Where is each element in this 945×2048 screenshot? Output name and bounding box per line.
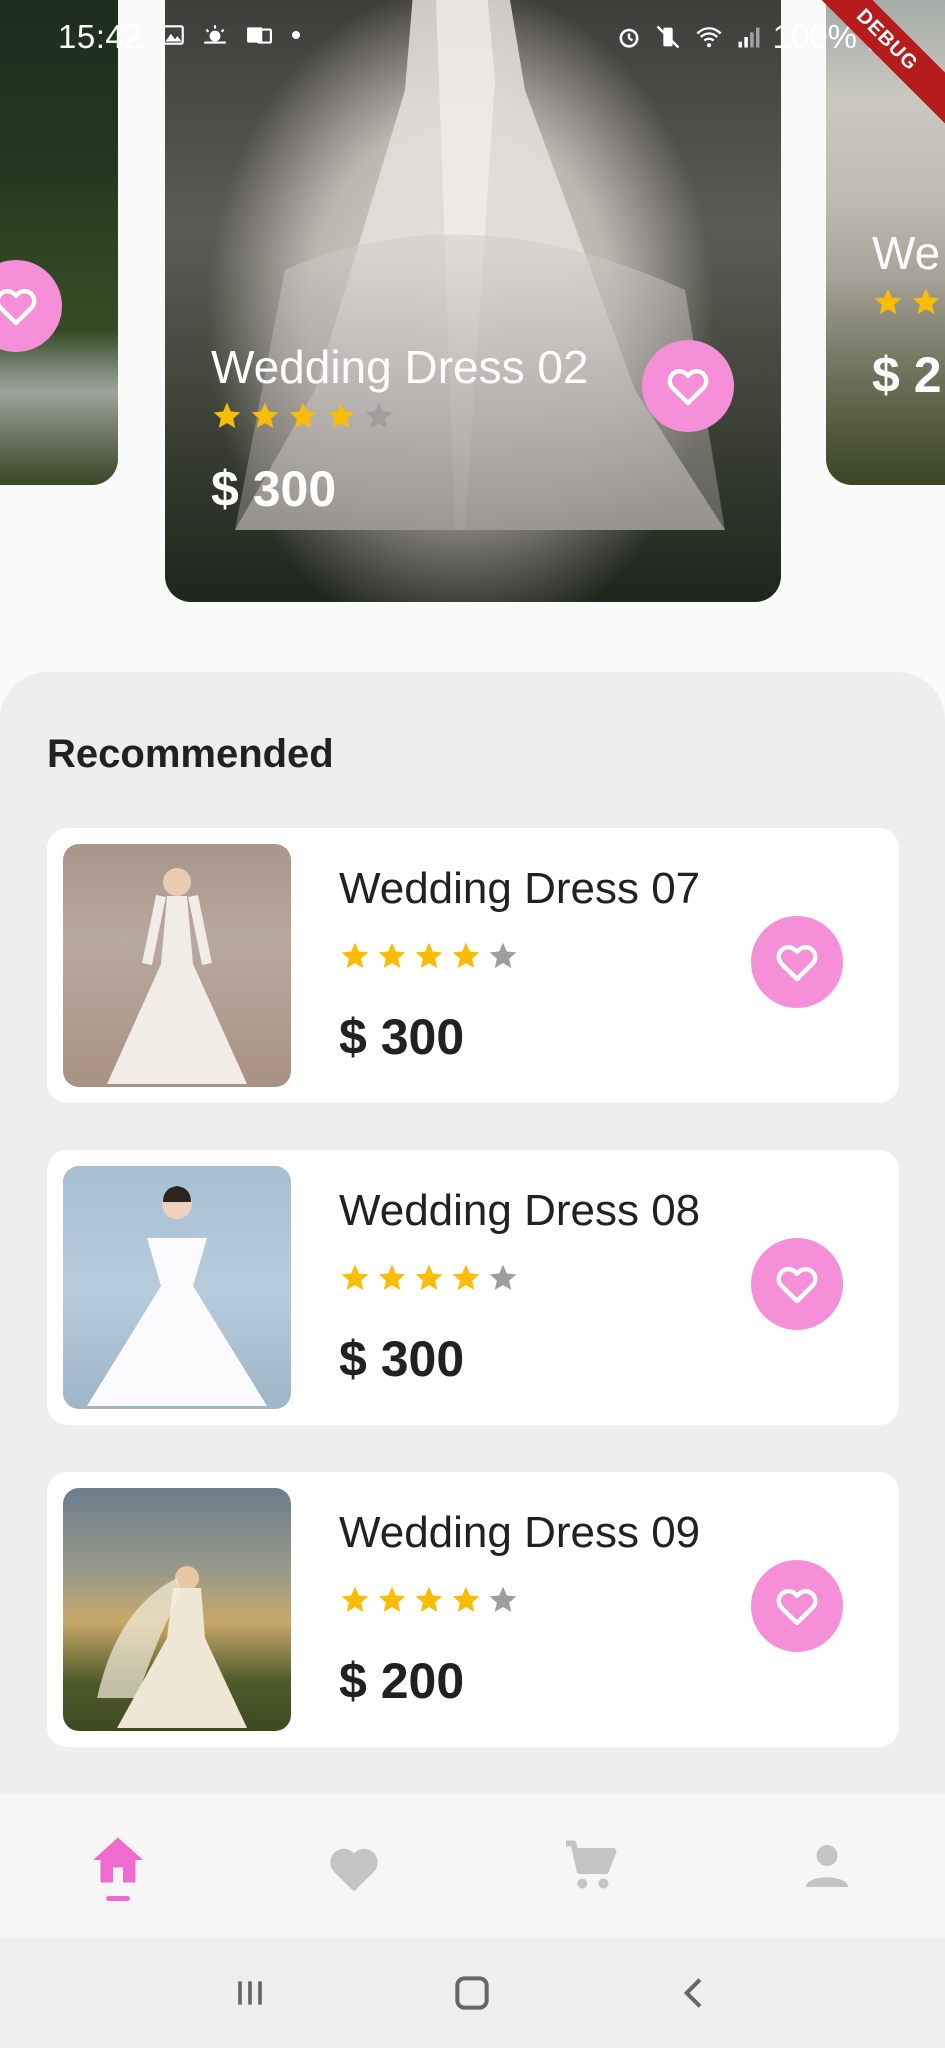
star-filled-icon <box>874 288 902 314</box>
carousel-card-current[interactable]: Wedding Dress 02 $ 300 <box>165 0 781 602</box>
star-filled-icon <box>213 402 241 428</box>
product-price: $ 300 <box>339 1331 465 1387</box>
rating-stars <box>339 940 519 972</box>
heart-outline-icon <box>776 944 818 982</box>
list-item[interactable]: Wedding Dress 09 $ 200 <box>47 1472 899 1747</box>
dress-image <box>87 1186 267 1406</box>
favorite-button[interactable] <box>751 916 843 1008</box>
product-thumbnail <box>63 844 291 1087</box>
list-item[interactable]: Wedding Dress 07 $ 300 <box>47 828 899 1103</box>
star-filled-icon <box>378 1586 406 1612</box>
vibrate-mute-icon <box>656 25 679 49</box>
signal-icon <box>738 27 760 48</box>
dress-image <box>97 1566 247 1728</box>
product-price: $ 200 <box>339 1653 465 1709</box>
favorite-button[interactable] <box>751 1238 843 1330</box>
rating-stars <box>339 1584 519 1616</box>
recent-apps-icon[interactable] <box>230 1973 270 2013</box>
back-icon[interactable] <box>675 1973 715 2013</box>
rating-stars <box>339 1262 519 1294</box>
star-filled-icon <box>912 288 940 314</box>
heart-icon <box>330 1848 378 1892</box>
product-price: $ 300 <box>339 1009 465 1065</box>
system-navigation-bar <box>0 1938 945 2048</box>
product-thumbnail <box>63 1166 291 1409</box>
product-title: Wedding Dress 09 <box>339 1508 701 1557</box>
product-title: Wedding Dress 07 <box>339 864 701 913</box>
star-empty-icon <box>489 942 517 968</box>
weather-icon <box>204 25 226 44</box>
favorite-button[interactable] <box>642 340 734 432</box>
rating-stars <box>872 286 945 318</box>
cart-icon <box>565 1840 617 1889</box>
rating-stars <box>211 400 395 432</box>
section-heading: Recommended <box>47 732 334 776</box>
star-filled-icon <box>415 1264 443 1290</box>
active-indicator <box>106 1895 131 1901</box>
star-filled-icon <box>341 1264 369 1290</box>
star-filled-icon <box>415 1586 443 1612</box>
person-icon <box>805 1845 848 1887</box>
home-icon <box>93 1837 144 1882</box>
star-empty-icon <box>489 1264 517 1290</box>
product-thumbnail <box>63 1488 291 1731</box>
star-filled-icon <box>289 402 317 428</box>
star-filled-icon <box>452 1586 480 1612</box>
nav-item-profile[interactable] <box>767 1816 887 1916</box>
status-time: 15:42 <box>58 18 144 55</box>
heart-outline-icon <box>667 368 709 406</box>
recommended-section: Recommended Wedding Dress 07 $ 300 Weddi… <box>0 672 945 1822</box>
star-filled-icon <box>452 1264 480 1290</box>
wifi-icon <box>696 27 722 48</box>
nav-item-favorites[interactable] <box>294 1816 414 1916</box>
nav-item-cart[interactable] <box>531 1816 651 1916</box>
bottom-navigation <box>0 1794 945 1938</box>
featured-carousel[interactable]: Wedding Dress 02 $ 300 We $ 2 <box>0 0 945 620</box>
star-filled-icon <box>452 942 480 968</box>
dress-image <box>107 868 247 1084</box>
notification-dot <box>292 31 300 39</box>
list-item[interactable]: Wedding Dress 08 $ 300 <box>47 1150 899 1425</box>
star-filled-icon <box>378 1264 406 1290</box>
star-filled-icon <box>327 402 355 428</box>
product-title: Wedding Dress 02 <box>211 341 589 393</box>
product-price: $ 2 <box>872 347 942 403</box>
heart-outline-icon <box>776 1588 818 1626</box>
star-filled-icon <box>251 402 279 428</box>
status-bar: 15:42 100% <box>0 0 945 80</box>
star-empty-icon <box>365 402 393 428</box>
star-filled-icon <box>378 942 406 968</box>
nav-item-home[interactable] <box>58 1816 178 1916</box>
product-title: Wedding Dress 08 <box>339 1186 701 1235</box>
product-title: We <box>872 227 941 279</box>
star-filled-icon <box>415 942 443 968</box>
heart-outline-icon <box>776 1266 818 1304</box>
outlook-icon <box>247 27 272 44</box>
product-price: $ 300 <box>211 461 337 517</box>
heart-outline-icon <box>0 288 37 326</box>
alarm-icon <box>619 28 639 48</box>
favorite-button[interactable] <box>751 1560 843 1652</box>
star-filled-icon <box>341 1586 369 1612</box>
star-empty-icon <box>489 1586 517 1612</box>
home-button-icon[interactable] <box>450 1971 494 2015</box>
star-filled-icon <box>341 942 369 968</box>
gallery-icon <box>162 25 184 45</box>
